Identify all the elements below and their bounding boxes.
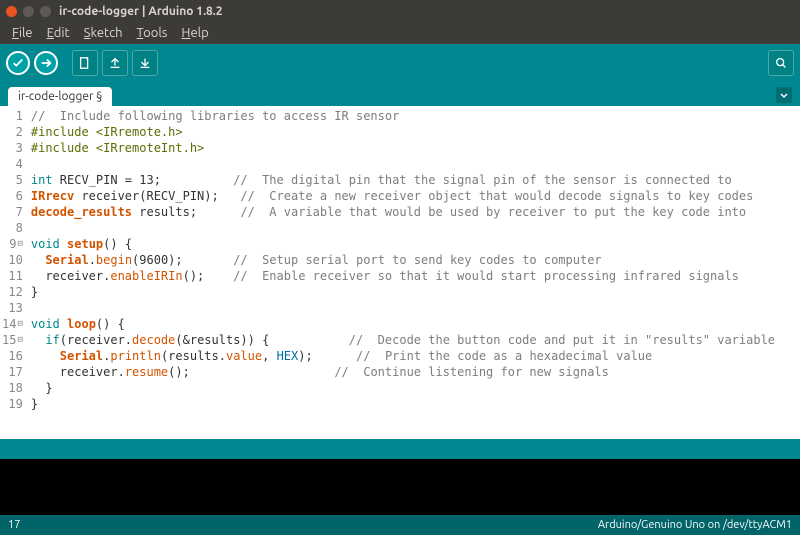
tabbar: ir-code-logger § — [0, 82, 800, 106]
tab-sketch[interactable]: ir-code-logger § — [8, 87, 112, 106]
upload-button[interactable] — [34, 51, 58, 75]
code-line[interactable]: void setup() { — [31, 236, 775, 252]
maximize-icon[interactable] — [40, 6, 51, 17]
code-line[interactable] — [31, 156, 775, 172]
line-number: 8 — [2, 220, 23, 236]
tab-menu-button[interactable] — [776, 87, 792, 103]
footer: 17 Arduino/Genuino Uno on /dev/ttyACM1 — [0, 515, 800, 535]
line-number: 9⊟ — [2, 236, 23, 252]
line-number: 2 — [2, 124, 23, 140]
fold-icon[interactable]: ⊟ — [17, 236, 22, 252]
line-number: 4 — [2, 156, 23, 172]
code-line[interactable]: receiver.resume(); // Continue listening… — [31, 364, 775, 380]
line-number: 17 — [2, 364, 23, 380]
verify-button[interactable] — [6, 51, 30, 75]
code-line[interactable]: } — [31, 284, 775, 300]
code-line[interactable]: } — [31, 380, 775, 396]
code-line[interactable]: decode_results results; // A variable th… — [31, 204, 775, 220]
open-button[interactable] — [102, 50, 128, 76]
console — [0, 459, 800, 515]
code-line[interactable]: // Include following libraries to access… — [31, 108, 775, 124]
board-info: Arduino/Genuino Uno on /dev/ttyACM1 — [598, 519, 792, 531]
code-line[interactable]: void loop() { — [31, 316, 775, 332]
line-number: 5 — [2, 172, 23, 188]
menu-help[interactable]: Help — [175, 24, 214, 42]
code-line[interactable]: #include <IRremote.h> — [31, 124, 775, 140]
line-number: 19 — [2, 396, 23, 412]
menu-file[interactable]: File — [6, 24, 39, 42]
new-button[interactable] — [72, 50, 98, 76]
menu-sketch[interactable]: Sketch — [78, 24, 129, 42]
code-editor[interactable]: 123456789⊟1011121314⊟15⊟16171819 // Incl… — [0, 106, 800, 439]
code-line[interactable]: int RECV_PIN = 13; // The digital pin th… — [31, 172, 775, 188]
line-gutter: 123456789⊟1011121314⊟15⊟16171819 — [0, 106, 27, 439]
line-number: 13 — [2, 300, 23, 316]
line-number: 16 — [2, 348, 23, 364]
toolbar — [0, 44, 800, 82]
minimize-icon[interactable] — [23, 6, 34, 17]
window-title: ir-code-logger | Arduino 1.8.2 — [59, 5, 223, 18]
window-buttons — [6, 6, 51, 17]
code-line[interactable]: } — [31, 396, 775, 412]
status-bar — [0, 439, 800, 459]
line-number: 18 — [2, 380, 23, 396]
code-area[interactable]: // Include following libraries to access… — [27, 106, 779, 439]
line-number: 7 — [2, 204, 23, 220]
code-line[interactable] — [31, 300, 775, 316]
line-number: 1 — [2, 108, 23, 124]
menu-edit[interactable]: Edit — [41, 24, 76, 42]
save-button[interactable] — [132, 50, 158, 76]
serial-monitor-button[interactable] — [768, 50, 794, 76]
line-number: 12 — [2, 284, 23, 300]
code-line[interactable]: Serial.begin(9600); // Setup serial port… — [31, 252, 775, 268]
line-number: 11 — [2, 268, 23, 284]
code-line[interactable]: #include <IRremoteInt.h> — [31, 140, 775, 156]
line-number: 6 — [2, 188, 23, 204]
menu-tools[interactable]: Tools — [131, 24, 174, 42]
code-line[interactable]: Serial.println(results.value, HEX); // P… — [31, 348, 775, 364]
line-number: 3 — [2, 140, 23, 156]
line-number: 10 — [2, 252, 23, 268]
fold-icon[interactable]: ⊟ — [17, 316, 22, 332]
titlebar: ir-code-logger | Arduino 1.8.2 — [0, 0, 800, 22]
line-number: 14⊟ — [2, 316, 23, 332]
menubar: File Edit Sketch Tools Help — [0, 22, 800, 44]
close-icon[interactable] — [6, 6, 17, 17]
fold-icon[interactable]: ⊟ — [17, 332, 22, 348]
code-line[interactable]: if(receiver.decode(&results)) { // Decod… — [31, 332, 775, 348]
code-line[interactable]: IRrecv receiver(RECV_PIN); // Create a n… — [31, 188, 775, 204]
code-line[interactable]: receiver.enableIRIn(); // Enable receive… — [31, 268, 775, 284]
cursor-line: 17 — [8, 519, 20, 531]
line-number: 15⊟ — [2, 332, 23, 348]
code-line[interactable] — [31, 220, 775, 236]
